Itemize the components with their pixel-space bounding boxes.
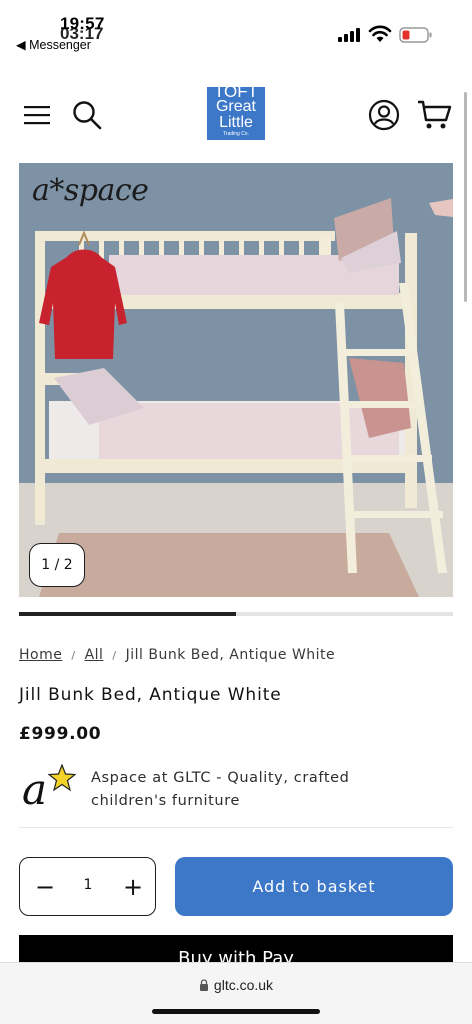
site-logo[interactable]: TOFT Great Little Trading Co. xyxy=(207,87,265,140)
lock-icon xyxy=(199,979,208,991)
breadcrumb-home-link[interactable]: Home xyxy=(19,647,62,665)
aspace-brand-mark: a*space xyxy=(32,173,149,208)
signal-icon xyxy=(338,28,360,42)
search-icon[interactable] xyxy=(72,100,102,130)
breadcrumb-all-link[interactable]: All xyxy=(85,647,104,665)
back-to-messenger-link[interactable]: ◀ Messenger xyxy=(16,37,91,52)
bunk-bed-photo xyxy=(19,163,453,597)
product-price: £999.00 xyxy=(19,724,102,744)
brand-description: Aspace at GLTC - Quality, crafted childr… xyxy=(91,770,350,809)
quantity-stepper: − 1 + xyxy=(19,857,156,916)
account-icon[interactable] xyxy=(368,99,400,131)
star-icon xyxy=(48,764,76,792)
section-divider xyxy=(19,827,453,828)
add-to-basket-button[interactable]: Add to basket xyxy=(175,857,453,916)
site-header: TOFT Great Little Trading Co. xyxy=(0,62,472,162)
product-image-gallery[interactable]: a*space 1 / 2 xyxy=(19,163,453,597)
menu-icon[interactable] xyxy=(24,105,50,125)
breadcrumb-separator: / xyxy=(112,649,117,662)
url-text: gltc.co.uk xyxy=(213,977,274,993)
quantity-input[interactable]: 1 xyxy=(72,877,104,893)
cart-icon[interactable] xyxy=(417,99,452,131)
aspace-badge-letter: a xyxy=(22,765,48,814)
gallery-progress-bar xyxy=(19,612,453,616)
product-title: Jill Bunk Bed, Antique White xyxy=(19,685,282,705)
url-field[interactable]: gltc.co.uk xyxy=(0,977,472,993)
logo-line-great: Great xyxy=(215,98,256,115)
home-indicator[interactable] xyxy=(152,1009,320,1014)
quantity-increase-button[interactable]: + xyxy=(120,873,146,901)
page-scrollbar[interactable] xyxy=(464,92,467,302)
breadcrumb-separator: / xyxy=(71,649,76,662)
browser-url-bar: gltc.co.uk xyxy=(0,962,472,1024)
battery-icon xyxy=(399,27,432,43)
logo-line-trading: Trading Co. xyxy=(223,131,249,137)
logo-line-little: Little xyxy=(219,114,253,131)
gallery-progress-fill xyxy=(19,612,236,616)
breadcrumb: Home / All / Jill Bunk Bed, Antique Whit… xyxy=(19,647,335,665)
status-bar: 19:57 03:17 ◀ Messenger xyxy=(0,0,472,62)
aspace-badge-icon: a xyxy=(22,764,80,816)
slide-counter: 1 / 2 xyxy=(29,543,85,587)
breadcrumb-current: Jill Bunk Bed, Antique White xyxy=(125,647,336,663)
wifi-icon xyxy=(368,25,392,42)
quantity-decrease-button[interactable]: − xyxy=(32,873,58,901)
